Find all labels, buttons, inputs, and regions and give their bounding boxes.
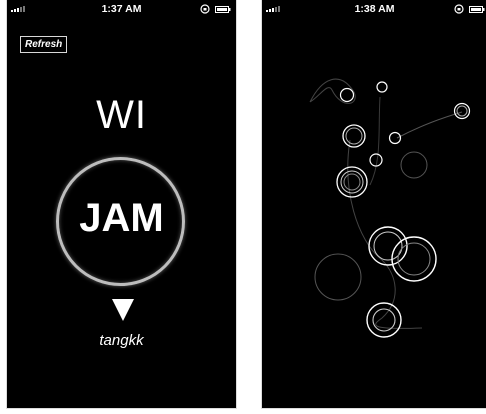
username-label: tangkk <box>99 332 144 349</box>
note-circle <box>373 231 403 261</box>
note-circle <box>366 302 402 338</box>
note-circle <box>456 105 468 117</box>
note-circle <box>388 131 402 145</box>
note-circle <box>391 236 437 282</box>
right-phone-screen: 1:38 AM <box>262 0 486 408</box>
refresh-button[interactable]: Refresh <box>20 36 68 53</box>
note-circle <box>339 87 355 103</box>
left-phone-screen: 1:37 AM Refresh WI JAM tangkk <box>7 0 236 408</box>
trail-line <box>369 96 381 186</box>
note-circle <box>368 226 408 266</box>
status-bar: 1:37 AM <box>7 0 236 18</box>
down-triangle-icon[interactable] <box>112 299 134 321</box>
note-circle <box>369 153 383 167</box>
jam-label: JAM <box>79 196 164 240</box>
note-circle <box>343 173 361 191</box>
note-circle-faint <box>314 253 362 301</box>
note-circle <box>376 81 388 93</box>
battery-icon <box>215 6 231 13</box>
trail-line <box>396 111 463 139</box>
top-word-label: WI <box>96 93 147 137</box>
note-circle-faint <box>400 151 428 179</box>
trail-line <box>309 78 356 104</box>
jam-visualization-canvas[interactable] <box>262 0 486 408</box>
rotation-lock-icon <box>200 4 210 14</box>
note-circle <box>345 127 363 145</box>
